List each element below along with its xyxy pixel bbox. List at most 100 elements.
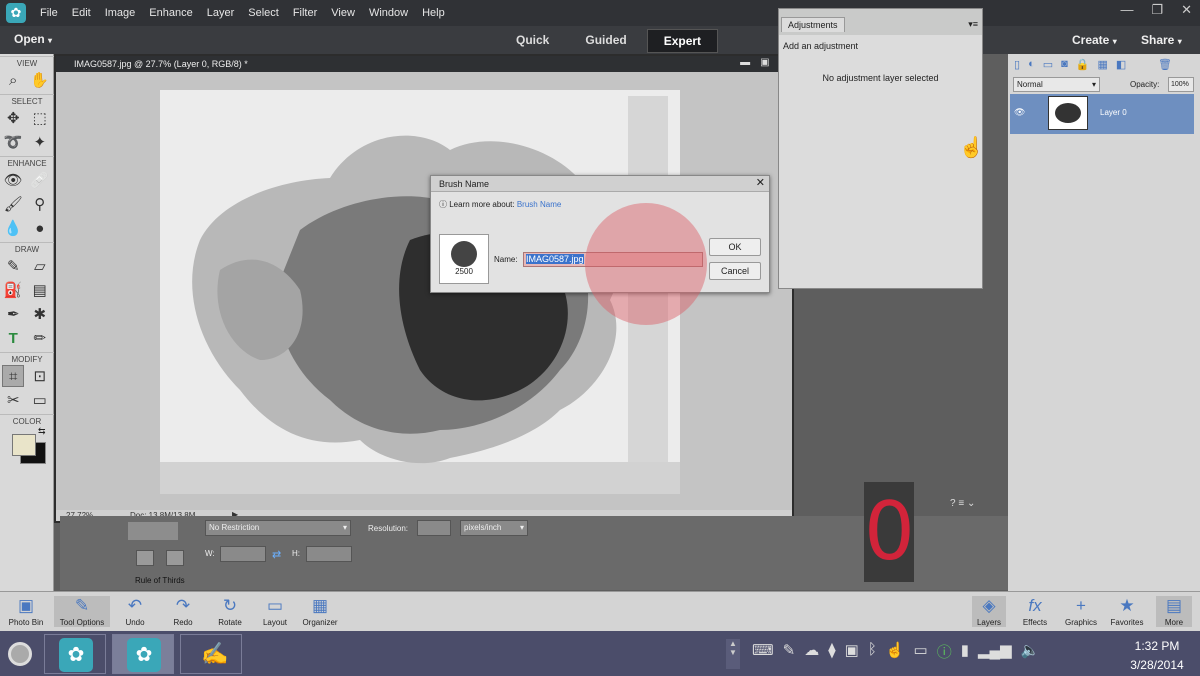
volume-icon[interactable]: 🔈 (1021, 641, 1040, 662)
signal-icon[interactable]: ▂▄▆ (978, 641, 1012, 662)
tray-scroll-icon[interactable]: ▲ ▼ (726, 639, 740, 669)
doc-minimize-icon[interactable]: ▬ (740, 57, 750, 68)
visibility-eye-icon[interactable]: 👁 (1014, 107, 1025, 118)
taskbar-app-elements-editor[interactable]: ✿ (112, 634, 174, 674)
resolution-field[interactable] (417, 520, 451, 536)
new-layer-icon[interactable]: ▯ (1014, 58, 1020, 71)
new-fill-layer-icon[interactable]: ◐ (1028, 58, 1035, 71)
grid-overlay-buttons[interactable] (128, 522, 178, 540)
rotate-button[interactable]: ↻ Rotate (210, 596, 250, 627)
more-button[interactable]: ▤ More (1156, 596, 1192, 627)
lock-transparent-icon[interactable]: ▦ (1097, 58, 1107, 71)
redo-button[interactable]: ↷ Redo (166, 596, 200, 627)
marquee-tool-icon[interactable]: ⬚ (29, 107, 51, 129)
close-icon[interactable]: ✕ (1181, 2, 1192, 18)
foreground-color-swatch[interactable] (12, 434, 36, 456)
link-layer-icon[interactable]: ◧ (1116, 58, 1126, 71)
type-tool-icon[interactable]: T (2, 327, 24, 349)
new-group-icon[interactable]: ▭ (1043, 58, 1053, 71)
menu-image[interactable]: Image (105, 7, 136, 19)
healing-brush-icon[interactable]: 🩹 (29, 169, 51, 191)
dialog-close-icon[interactable]: ✕ (756, 176, 765, 189)
taskbar-app-elements[interactable]: ✿ (44, 634, 106, 674)
ok-button[interactable]: OK (709, 238, 761, 256)
swap-dimensions-icon[interactable]: ⇄ (272, 548, 281, 561)
minimize-icon[interactable]: — (1120, 2, 1133, 18)
bluetooth-icon[interactable]: ᛒ (868, 641, 877, 662)
layers-button[interactable]: ◈ Layers (972, 596, 1006, 627)
menu-view[interactable]: View (331, 7, 355, 19)
touch-icon[interactable]: ☝ (886, 641, 905, 662)
create-button[interactable]: Create ▾ (1072, 33, 1117, 47)
panel-menu-icon[interactable]: ▾≡ (968, 19, 978, 30)
tab-expert[interactable]: Expert (646, 29, 719, 53)
height-field[interactable] (306, 546, 352, 562)
straighten-tool-icon[interactable]: ▭ (29, 389, 51, 411)
add-mask-icon[interactable]: ◙ (1061, 58, 1068, 71)
effects-button[interactable]: fx Effects (1018, 596, 1052, 627)
open-button[interactable]: Open ▾ (14, 32, 52, 46)
pencil-tool-icon[interactable]: ✏ (29, 327, 51, 349)
blur-tool-icon[interactable]: 💧 (2, 217, 24, 239)
pen-icon[interactable]: ✎ (783, 641, 796, 662)
lock-all-icon[interactable]: 🔒 (1076, 58, 1090, 71)
share-button[interactable]: Share ▾ (1141, 33, 1182, 47)
paint-bucket-icon[interactable]: ⛽ (2, 279, 24, 301)
menu-window[interactable]: Window (369, 7, 408, 19)
start-orb-icon[interactable] (8, 642, 32, 666)
menu-file[interactable]: File (40, 7, 58, 19)
monitor-icon[interactable]: ▣ (845, 641, 859, 662)
cloud-icon[interactable]: ☁ (804, 641, 819, 662)
custom-shape-icon[interactable]: ✱ (29, 303, 51, 325)
smart-brush-icon[interactable]: 🖌 (2, 193, 24, 215)
tab-quick[interactable]: Quick (500, 29, 565, 53)
aspect-select[interactable]: No Restriction ▾ (205, 520, 351, 536)
menu-enhance[interactable]: Enhance (149, 7, 192, 19)
red-eye-tool-icon[interactable]: 👁 (2, 169, 24, 191)
dropbox-icon[interactable]: ⧫ (828, 641, 835, 662)
hand-tool-icon[interactable]: ✋ (29, 69, 51, 91)
favorites-button[interactable]: ★ Favorites (1108, 596, 1146, 627)
opacity-field[interactable]: 100% (1168, 77, 1194, 92)
zoom-tool-icon[interactable]: ⌕ (2, 69, 24, 91)
delete-layer-icon[interactable]: 🗑 (1158, 58, 1172, 71)
organizer-button[interactable]: ▦ Organizer (298, 596, 342, 627)
sponge-tool-icon[interactable]: ● (29, 217, 51, 239)
cancel-button[interactable]: Cancel (709, 262, 761, 280)
resolution-unit-select[interactable]: pixels/inch ▾ (460, 520, 528, 536)
display-icon[interactable]: ▭ (914, 641, 928, 662)
recompose-tool-icon[interactable]: ⊡ (29, 365, 51, 387)
clone-stamp-icon[interactable]: ⚲ (29, 193, 51, 215)
magic-wand-icon[interactable]: ✦ (29, 131, 51, 153)
battery-icon[interactable]: ▮ (961, 641, 969, 662)
doc-maximize-icon[interactable]: ▣ (760, 57, 769, 68)
adjustments-tab[interactable]: Adjustments (781, 17, 845, 32)
help-icon[interactable]: ? ≡ ⌄ (950, 498, 975, 509)
lasso-tool-icon[interactable]: ➰ (2, 131, 24, 153)
menu-layer[interactable]: Layer (207, 7, 235, 19)
menu-edit[interactable]: Edit (72, 7, 91, 19)
tab-guided[interactable]: Guided (569, 29, 642, 53)
move-tool-icon[interactable]: ✥ (2, 107, 24, 129)
overlay-thirds-icon[interactable] (136, 550, 154, 566)
swap-colors-icon[interactable]: ⇆ (38, 426, 46, 437)
menu-filter[interactable]: Filter (293, 7, 317, 19)
taskbar-clock[interactable]: 1:32 PM 3/28/2014 (1118, 637, 1196, 675)
layout-button[interactable]: ▭ Layout (258, 596, 292, 627)
graphics-button[interactable]: + Graphics (1062, 596, 1100, 627)
width-field[interactable] (220, 546, 266, 562)
photo-bin-button[interactable]: ▣ Photo Bin (6, 596, 46, 627)
menu-help[interactable]: Help (422, 7, 445, 19)
gradient-tool-icon[interactable]: ▤ (29, 279, 51, 301)
layer-row[interactable]: 👁 Layer 0 (1010, 94, 1194, 134)
learn-link[interactable]: Brush Name (517, 200, 561, 209)
restore-icon[interactable]: ❐ (1151, 2, 1163, 18)
blend-mode-select[interactable]: Normal ▾ (1013, 77, 1100, 92)
taskbar-app-pen[interactable]: ✍ (180, 634, 242, 674)
crop-tool-icon[interactable]: ⌗ (2, 365, 25, 387)
brush-tool-icon[interactable]: ✎ (2, 255, 24, 277)
overlay-none-icon[interactable] (166, 550, 184, 566)
eraser-tool-icon[interactable]: ▱ (29, 255, 51, 277)
info-icon[interactable]: ⓘ (937, 641, 952, 662)
content-aware-move-icon[interactable]: ✂ (2, 389, 24, 411)
